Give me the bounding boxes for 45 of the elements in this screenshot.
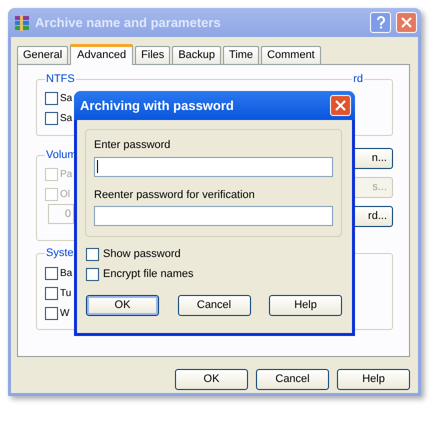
checkbox-label: Ba (60, 266, 72, 280)
checkbox[interactable] (45, 306, 58, 320)
question-icon (376, 16, 386, 29)
checkbox[interactable] (45, 112, 58, 124)
checkbox[interactable] (45, 266, 58, 280)
checkbox[interactable] (86, 248, 99, 260)
close-button[interactable] (330, 95, 351, 116)
button[interactable]: Cancel (178, 295, 250, 316)
checkbox-label: Tu (60, 286, 72, 300)
help-button[interactable] (370, 12, 391, 33)
tab[interactable]: Time (223, 46, 260, 64)
checkbox-label: W (60, 306, 70, 320)
field-label: Reenter password for verification (94, 188, 256, 202)
checkbox-label: Show password (103, 246, 181, 262)
checkbox-label: Sa (60, 112, 72, 126)
button[interactable]: rd... (353, 206, 393, 227)
button[interactable]: OK (175, 369, 248, 390)
checkbox[interactable] (45, 286, 58, 300)
button[interactable]: OK (86, 295, 159, 316)
button[interactable]: Cancel (256, 369, 329, 390)
close-button[interactable] (396, 12, 417, 33)
tab[interactable]: Backup (172, 46, 222, 64)
close-icon (335, 100, 346, 111)
button[interactable]: Help (269, 295, 342, 316)
window-title: Archive name and parameters (35, 14, 222, 32)
stacked-books-icon (14, 14, 30, 30)
checkbox-label: Encrypt file names (103, 266, 194, 282)
password-field[interactable] (94, 206, 333, 226)
tab[interactable]: General (17, 46, 68, 64)
checkbox-label: Ol (60, 188, 70, 202)
button[interactable]: Help (337, 369, 410, 390)
password-field[interactable] (94, 156, 333, 176)
text-cursor (97, 160, 98, 173)
window-title: Archiving with password (80, 96, 235, 115)
checkbox[interactable] (45, 92, 58, 104)
checkbox[interactable] (86, 268, 99, 280)
tab[interactable]: Advanced (70, 44, 134, 65)
checkbox-label: Sa (60, 92, 72, 106)
checkbox-label: Pa (60, 168, 72, 182)
tab[interactable]: Files (135, 46, 170, 64)
field-label: Enter password (94, 138, 172, 153)
tab[interactable]: Comment (261, 46, 321, 64)
close-icon (401, 17, 412, 28)
group-label: Syste (45, 246, 75, 260)
button[interactable]: n... (353, 148, 393, 169)
